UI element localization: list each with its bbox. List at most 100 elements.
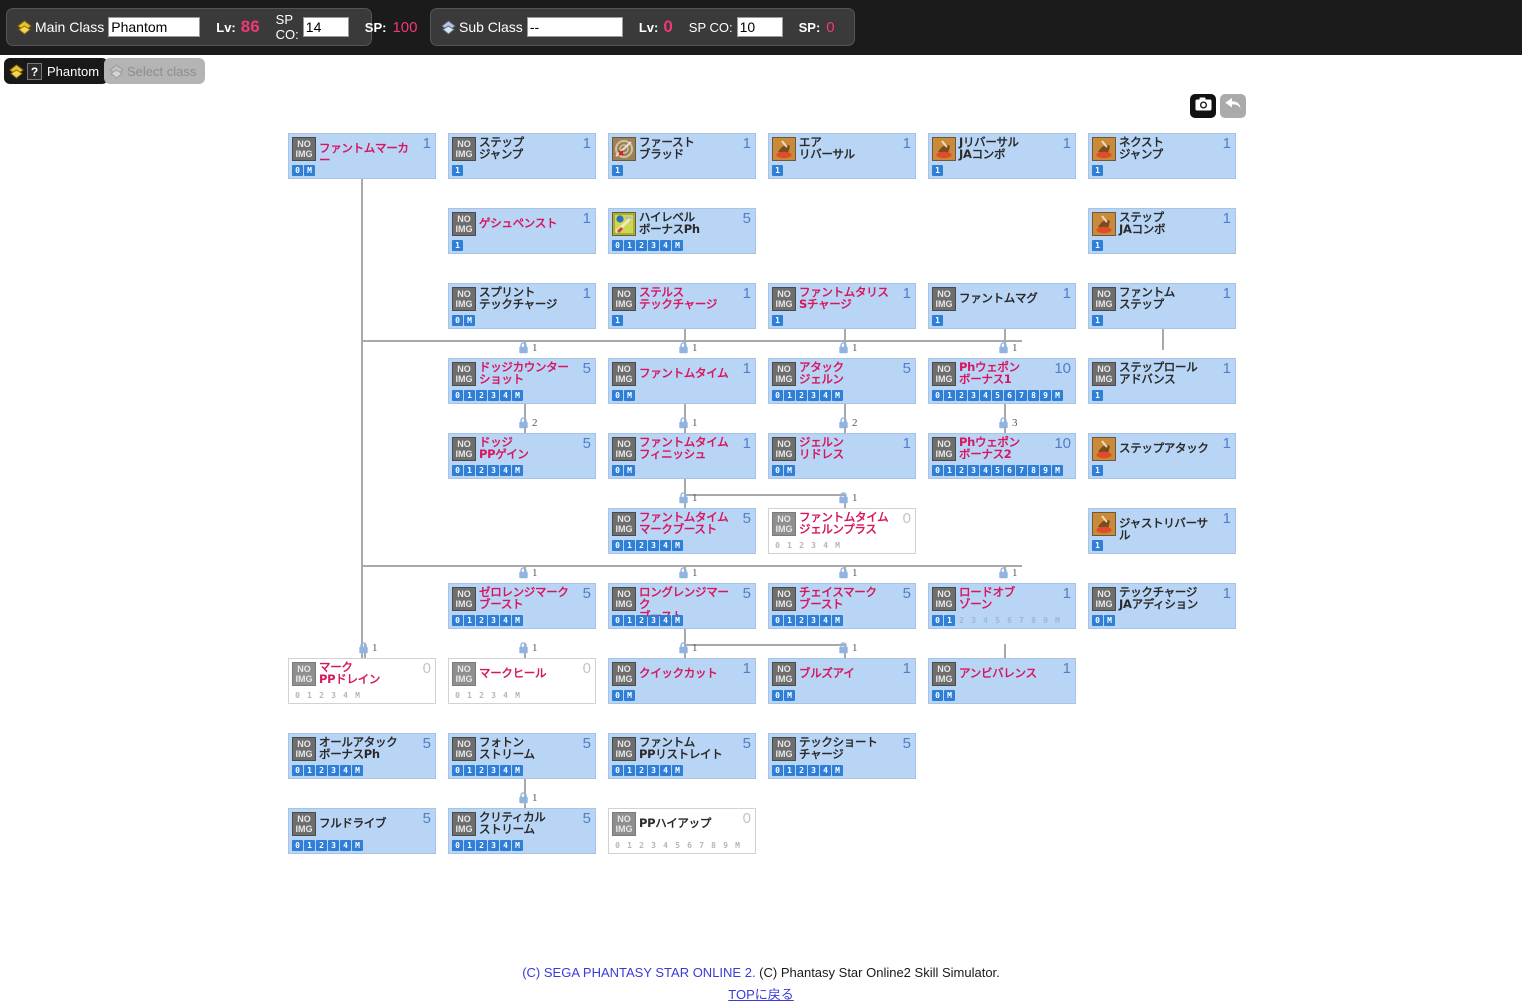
skill-pip[interactable]: M [512,765,523,776]
skill-node-step-roll-advance[interactable]: NO IMG ステップロール アドバンス 1 1 [1088,358,1236,404]
skill-node-phantom-time-mark-boost[interactable]: NO IMG ファントムタイム マークブースト 5 0 1 2 3 4 M [608,508,756,554]
skill-pip[interactable]: 3 [488,840,499,851]
skill-pip[interactable]: 1 [304,765,315,776]
skill-pip[interactable]: 3 [328,690,339,701]
skill-node-phantom-step[interactable]: NO IMG ファントム ステップ 1 1 [1088,283,1236,329]
skill-pip[interactable]: 3 [488,465,499,476]
skill-node-mark-heal[interactable]: NO IMG マークヒール 0 0 1 2 3 4 M [448,658,596,704]
skill-level-pips[interactable]: 01234M [612,615,683,626]
skill-pip[interactable]: 2 [636,540,647,551]
skill-node-bulls-eye[interactable]: NO IMG ブルズアイ 1 0 M [768,658,916,704]
skill-level-pips[interactable]: 1 [1092,465,1103,476]
skill-level-pips[interactable]: 01234M [292,690,363,701]
skill-node-phantom-time-shellun-plus[interactable]: NO IMG ファントムタイム ジェルンプラス 0 0 1 2 3 4 M [768,508,916,554]
skill-pip[interactable]: 1 [464,840,475,851]
skill-node-step-attack[interactable]: ステップアタック 1 1 [1088,433,1236,479]
skill-level-pips[interactable]: 01234M [612,765,683,776]
skill-pip[interactable]: 0 [932,390,943,401]
skill-pip[interactable]: 3 [968,465,979,476]
skill-level-pips[interactable]: 0M [772,465,795,476]
skill-level-pips[interactable]: 01234M [292,765,363,776]
skill-level-pips[interactable]: 1 [452,165,463,176]
skill-pip[interactable]: 1 [784,390,795,401]
skill-pip[interactable]: M [512,390,523,401]
skill-pip[interactable]: M [672,240,683,251]
skill-level-pips[interactable]: 01234M [772,540,843,551]
skill-pip[interactable]: M [624,690,635,701]
skill-pip[interactable]: M [512,690,523,701]
skill-pip[interactable]: 0 [452,690,463,701]
skill-pip[interactable]: 0 [772,690,783,701]
skill-level-pips[interactable]: 0M [292,165,315,176]
skill-pip[interactable]: 1 [624,240,635,251]
skill-node-stealth-tech-charge[interactable]: NO IMG ステルス テックチャージ 1 1 [608,283,756,329]
skill-level-pips[interactable]: 0123456789M [932,465,1063,476]
skill-pip[interactable]: M [672,540,683,551]
skill-pip[interactable]: M [512,615,523,626]
skill-pip[interactable]: 4 [500,840,511,851]
skill-pip[interactable]: 1 [772,165,783,176]
skill-pip[interactable]: 1 [464,765,475,776]
skill-level-pips[interactable]: 0M [612,390,635,401]
skill-pip[interactable]: 2 [796,390,807,401]
skill-node-jreversal-ja-combo[interactable]: Jリバーサル JAコンボ 1 1 [928,133,1076,179]
skill-pip[interactable]: 9 [1040,615,1051,626]
skill-pip[interactable]: 7 [1016,615,1027,626]
skill-pip[interactable]: 1 [944,390,955,401]
skill-node-phantom-talis-s-charge[interactable]: NO IMG ファントムタリス Sチャージ 1 1 [768,283,916,329]
skill-pip[interactable]: 3 [648,840,659,851]
skill-pip[interactable]: 8 [1028,615,1039,626]
skill-node-shellun-redress[interactable]: NO IMG ジェルン リドレス 1 0 M [768,433,916,479]
skill-node-air-reversal[interactable]: エア リバーサル 1 1 [768,133,916,179]
skill-pip[interactable]: 4 [820,765,831,776]
skill-level-pips[interactable]: 0M [772,690,795,701]
skill-pip[interactable]: 3 [648,540,659,551]
skill-pip[interactable]: 0 [772,765,783,776]
skill-pip[interactable]: 5 [992,615,1003,626]
skill-node-gespenst[interactable]: NO IMG ゲシュペンスト 1 1 [448,208,596,254]
skill-pip[interactable]: M [624,390,635,401]
skill-node-ambivalence[interactable]: NO IMG アンビバレンス 1 0 M [928,658,1076,704]
skill-pip[interactable]: 4 [660,540,671,551]
skill-pip[interactable]: 0 [452,615,463,626]
skill-level-pips[interactable]: 01234M [452,390,523,401]
skill-pip[interactable]: 2 [956,615,967,626]
skill-pip[interactable]: 3 [968,390,979,401]
skill-node-step-ja-combo[interactable]: ステップ JAコンボ 1 1 [1088,208,1236,254]
skill-pip[interactable]: 3 [488,765,499,776]
tab-phantom[interactable]: ? Phantom [4,58,109,84]
skill-pip[interactable]: 0 [292,840,303,851]
skill-pip[interactable]: 3 [328,765,339,776]
skill-pip[interactable]: 3 [488,390,499,401]
skill-pip[interactable]: 1 [1092,165,1103,176]
skill-pip[interactable]: 8 [1028,465,1039,476]
skill-pip[interactable]: 8 [708,840,719,851]
tab-select-class[interactable]: Select class [104,58,206,84]
skill-node-phantom-time[interactable]: NO IMG ファントムタイム 1 0 M [608,358,756,404]
skill-pip[interactable]: 1 [624,840,635,851]
skill-pip[interactable]: 4 [500,690,511,701]
skill-pip[interactable]: M [512,840,523,851]
skill-pip[interactable]: 4 [500,615,511,626]
skill-pip[interactable]: 1 [772,315,783,326]
skill-pip[interactable]: 2 [796,615,807,626]
skill-pip[interactable]: 0 [772,465,783,476]
skill-level-pips[interactable]: 1 [1092,240,1103,251]
skill-pip[interactable]: 1 [452,240,463,251]
skill-pip[interactable]: 1 [1092,465,1103,476]
skill-pip[interactable]: 1 [624,765,635,776]
skill-pip[interactable]: 2 [476,615,487,626]
skill-level-pips[interactable]: 0M [932,690,955,701]
skill-pip[interactable]: M [732,840,743,851]
skill-pip[interactable]: M [1052,390,1063,401]
skill-pip[interactable]: M [1104,615,1115,626]
skill-pip[interactable]: M [1052,465,1063,476]
skill-pip[interactable]: 1 [932,165,943,176]
sub-class-spco-input[interactable] [736,17,783,37]
skill-level-pips[interactable]: 0123456789M [932,615,1063,626]
skill-pip[interactable]: 2 [956,390,967,401]
skill-pip[interactable]: 0 [612,840,623,851]
skill-level-pips[interactable]: 1 [612,165,623,176]
skill-pip[interactable]: 1 [452,165,463,176]
skill-pip[interactable]: 4 [500,390,511,401]
